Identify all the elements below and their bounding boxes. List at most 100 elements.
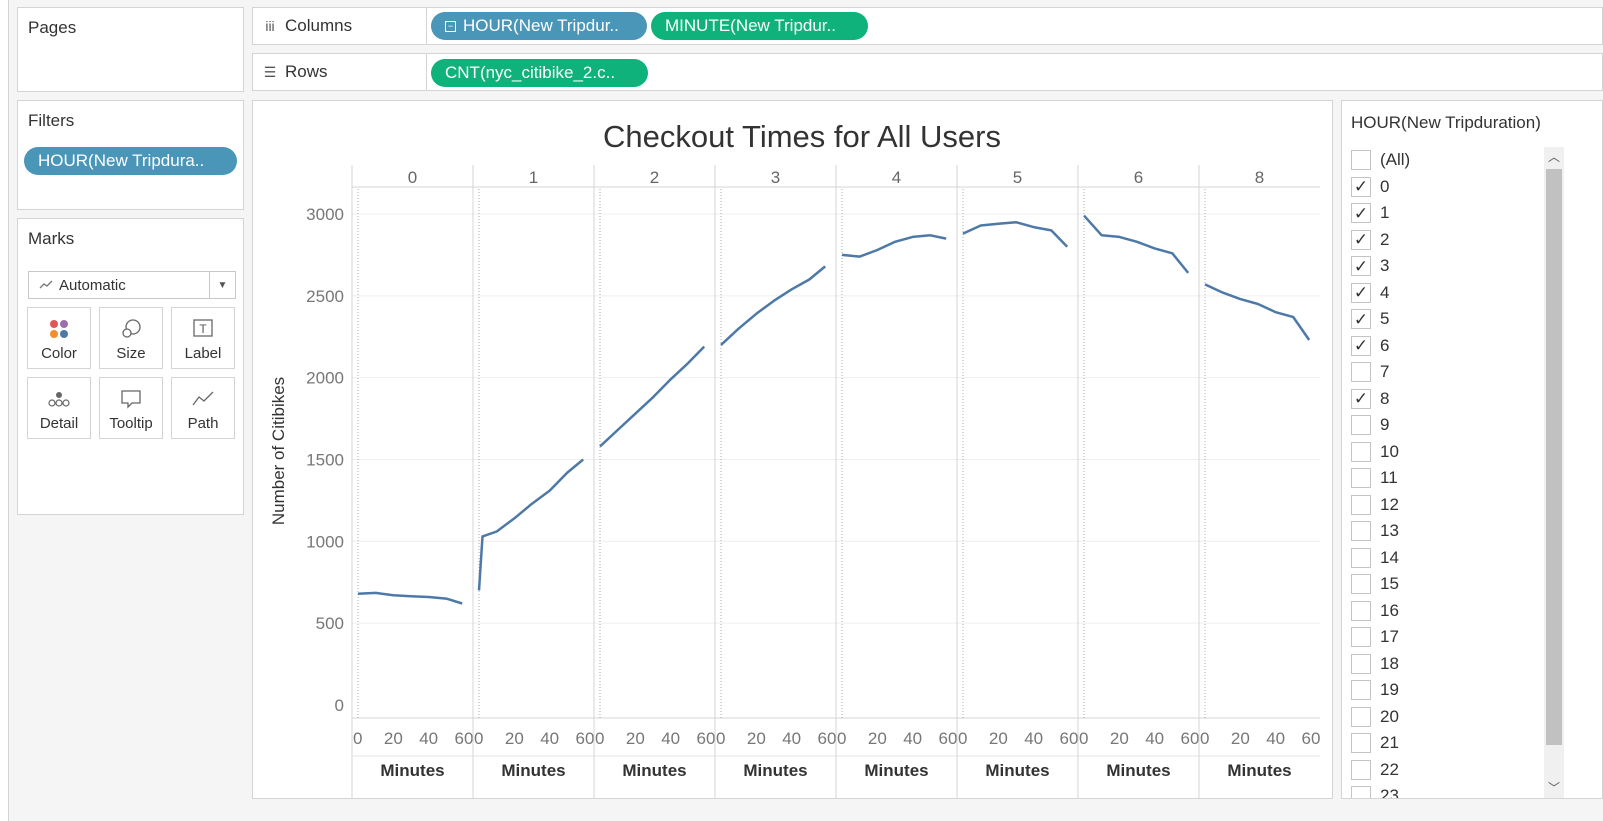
filter-item-5[interactable]: ✓ 5 [1351,306,1389,332]
checkbox-unchecked[interactable] [1351,415,1371,435]
filter-item-label: 19 [1380,680,1399,699]
filter-item-7[interactable]: 7 [1351,359,1389,385]
checkbox-unchecked[interactable] [1351,468,1371,488]
checkbox-unchecked[interactable] [1351,680,1371,700]
checkbox-unchecked[interactable] [1351,733,1371,753]
filter-item-1[interactable]: ✓ 1 [1351,200,1389,226]
filter-item-8[interactable]: ✓ 8 [1351,386,1389,412]
x-tick-label: 0 [1079,729,1088,748]
x-tick-label: 20 [868,729,887,748]
scroll-down-icon[interactable]: ﹀ [1544,778,1564,798]
filter-item-0[interactable]: ✓ 0 [1351,174,1389,200]
checkbox-unchecked[interactable] [1351,441,1371,462]
filter-item-4[interactable]: ✓ 4 [1351,280,1389,306]
columns-icon: iii [265,18,275,34]
checkbox-checked[interactable]: ✓ [1351,282,1371,303]
checkbox-unchecked[interactable] [1351,547,1371,568]
filter-item-14[interactable]: 14 [1351,545,1399,571]
scroll-up-icon[interactable]: ︿ [1544,147,1564,167]
filter-item-20[interactable]: 20 [1351,704,1399,730]
filter-item-22[interactable]: 22 [1351,757,1399,783]
x-tick-label: 40 [661,729,680,748]
filter-item-21[interactable]: 21 [1351,730,1399,756]
tooltip-button[interactable]: Tooltip [99,377,163,439]
row-pill-count[interactable]: CNT(nyc_citibike_2.c.. [431,59,648,87]
label-button[interactable]: T Label [171,307,235,369]
x-tick-label: 20 [747,729,766,748]
checkbox-unchecked[interactable] [1351,494,1371,515]
filter-item-9[interactable]: 9 [1351,412,1389,438]
filter-item-3[interactable]: ✓ 3 [1351,253,1389,279]
columns-shelf-label: iii Columns [253,8,427,44]
filter-item-label: 7 [1380,362,1390,381]
scrollbar[interactable]: ︿ ﹀ [1544,147,1564,798]
filter-item-16[interactable]: 16 [1351,598,1399,624]
line-mark-icon [39,280,53,289]
mark-type-dropdown[interactable]: Automatic ▼ [28,271,236,299]
filter-item-19[interactable]: 19 [1351,677,1399,703]
rows-shelf-label: ☰ Rows [253,54,427,90]
chart-title: Checkout Times for All Users [603,119,1001,154]
tooltip-button-label: Tooltip [109,415,153,432]
checkbox-unchecked[interactable] [1351,150,1371,170]
filter-item-17[interactable]: 17 [1351,624,1399,650]
mark-type-label: Automatic [59,276,126,294]
series-line-hour-5 [962,220,1069,248]
checkbox-unchecked[interactable] [1351,600,1371,621]
filter-item-12[interactable]: 12 [1351,492,1399,518]
filter-item-10[interactable]: 10 [1351,439,1399,465]
checkbox-unchecked[interactable] [1351,653,1371,674]
path-button[interactable]: Path [171,377,235,439]
x-tick-label: 40 [1145,729,1164,748]
collapse-icon[interactable]: − [445,20,456,32]
line-chart: Checkout Times for All Users050010001500… [269,119,1320,798]
detail-button[interactable]: Detail [27,377,91,439]
filter-item-label: 4 [1380,282,1390,302]
checkbox-checked[interactable]: ✓ [1351,229,1371,250]
column-pill-minute[interactable]: MINUTE(New Tripdur.. [651,12,868,40]
column-pill-hour[interactable]: − HOUR(New Tripdur.. [431,12,647,40]
checkbox-unchecked[interactable] [1351,574,1371,594]
checkbox-checked[interactable]: ✓ [1351,203,1371,223]
filter-item-label: 17 [1380,627,1399,646]
filter-item-6[interactable]: ✓ 6 [1351,333,1389,359]
filter-item-18[interactable]: 18 [1351,651,1399,677]
x-tick-label: 0 [716,729,725,748]
x-tick-label: 0 [474,729,483,748]
chart-view: Checkout Times for All Users 0 500 1000 1500… [252,100,1333,799]
scroll-thumb[interactable] [1546,169,1562,745]
panel-header-1: 1 [529,168,538,187]
size-button[interactable]: Size [99,307,163,369]
filter-item-2[interactable]: ✓ 2 [1351,227,1389,253]
filter-item-15[interactable]: 15 [1351,571,1399,597]
svg-text:T: T [199,322,207,336]
checkbox-unchecked[interactable] [1351,786,1371,798]
checkbox-unchecked[interactable] [1351,759,1371,780]
checkbox-checked[interactable]: ✓ [1351,335,1371,356]
checkbox-unchecked[interactable] [1351,706,1371,727]
filter-pill-hour[interactable]: HOUR(New Tripdura.. [24,147,237,175]
checkbox-unchecked[interactable] [1351,521,1371,541]
filter-item-label: 2 [1380,229,1390,249]
checkbox-checked[interactable]: ✓ [1351,256,1371,276]
filter-item-23[interactable]: 23 [1351,783,1399,798]
x-tick-label: 20 [384,729,403,748]
filter-item-13[interactable]: 13 [1351,518,1399,544]
filters-card-title: Filters [28,111,75,130]
label-button-label: Label [184,345,222,362]
filter-item-all[interactable]: (All) [1351,147,1410,173]
checkbox-checked[interactable]: ✓ [1351,176,1371,197]
series-line-hour-0 [357,591,463,605]
filter-item-label: 12 [1380,494,1399,514]
checkbox-checked[interactable]: ✓ [1351,388,1371,409]
color-button[interactable]: Color [27,307,91,369]
x-tick-label: 0 [1200,729,1209,748]
checkbox-unchecked[interactable] [1351,362,1371,382]
y-tick-label: 3000 [306,205,344,224]
y-tick-label: 0 [335,696,344,715]
checkbox-checked[interactable]: ✓ [1351,309,1371,329]
filter-item-11[interactable]: 11 [1351,465,1398,491]
chevron-down-icon[interactable]: ▼ [209,272,235,298]
checkbox-unchecked[interactable] [1351,627,1371,647]
panel-header-0: 0 [408,168,417,187]
